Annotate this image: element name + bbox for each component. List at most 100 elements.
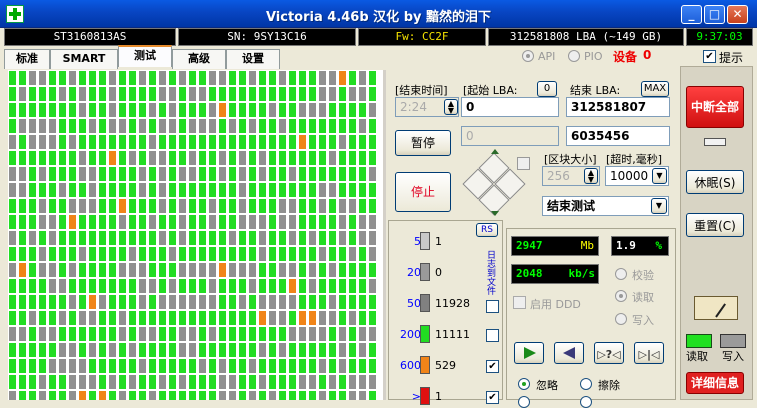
tab-settings[interactable]: 设置 [226,49,280,69]
restore-radio[interactable] [580,396,592,408]
block-cell [138,198,147,214]
reset-button[interactable]: 重置(C) [686,213,744,237]
block-cell [248,214,257,230]
start-lba-field[interactable]: 0 [461,97,559,117]
block-cell [308,166,317,182]
pause-button[interactable]: 暂停 [395,130,451,156]
block-cell [368,70,377,86]
details-button[interactable]: 详细信息 [686,372,744,394]
tab-test[interactable]: 测试 [118,45,172,67]
legend-checkbox-1[interactable] [486,300,499,313]
block-size-spinner[interactable]: ▲ ▼ [584,168,598,184]
block-cell [38,310,47,326]
back-button[interactable] [554,342,584,364]
arrow-checkbox[interactable] [517,157,530,170]
block-cell [118,278,127,294]
block-cell [58,262,67,278]
stop-button[interactable]: 停止 [395,172,451,212]
block-cell [168,198,177,214]
minimize-button[interactable]: _ [681,5,702,24]
block-cell [8,182,17,198]
progress-count-field: 6035456 [566,126,670,146]
legend-checkbox-3[interactable]: ✔ [486,360,499,373]
block-cell [178,182,187,198]
action-dropdown-icon[interactable]: ▼ [651,198,667,214]
jump-end-button[interactable]: ▷|◁ [634,342,664,364]
block-cell [368,390,377,400]
block-cell [188,374,197,390]
block-cell [308,278,317,294]
block-cell [68,86,77,102]
block-cell [38,390,47,400]
skip-unknown-button[interactable]: ▷?◁ [594,342,624,364]
tab-advanced[interactable]: 高级 [172,49,226,69]
sleep-button[interactable]: 休眠(S) [686,170,744,194]
block-cell [98,278,107,294]
maximize-button[interactable]: □ [704,5,725,24]
block-cell [218,342,227,358]
ignore-radio[interactable] [518,378,530,390]
close-button[interactable]: ✕ [727,5,748,24]
write-radio[interactable] [615,313,627,325]
ddd-checkbox[interactable] [513,296,526,309]
block-cell [58,326,67,342]
api-radio[interactable] [522,50,534,62]
pio-radio[interactable] [568,50,580,62]
verify-radio[interactable] [615,268,627,280]
block-cell [18,246,27,262]
block-cell [208,262,217,278]
block-cell [18,358,27,374]
title-bar: Victoria 4.46b 汉化 by 黯然的泪下 _ □ ✕ [0,0,757,28]
play-button[interactable] [514,342,544,364]
block-cell [358,246,367,262]
block-cell [78,166,87,182]
block-cell [178,70,187,86]
block-cell [78,358,87,374]
block-cell [318,134,327,150]
block-cell [78,182,87,198]
block-cell [88,278,97,294]
block-cell [338,86,347,102]
block-cell [258,70,267,86]
block-cell [48,102,57,118]
tab-smart[interactable]: SMART [50,49,118,69]
block-cell [68,326,77,342]
block-cell [358,294,367,310]
block-cell [198,182,207,198]
block-cell [28,150,37,166]
block-cell [138,182,147,198]
legend-threshold: 20 [407,266,421,279]
block-cell [38,246,47,262]
block-cell [258,262,267,278]
read-radio[interactable] [615,290,627,302]
legend-checkbox-2[interactable] [486,329,499,342]
block-cell [308,118,317,134]
tab-standard[interactable]: 标准 [4,49,50,69]
block-cell [238,86,247,102]
block-cell [128,166,137,182]
block-cell [228,182,237,198]
block-cell [108,390,117,400]
remap-radio[interactable] [518,396,530,408]
block-cell [278,246,287,262]
legend-checkbox-4[interactable]: ✔ [486,391,499,404]
block-cell [208,118,217,134]
start-lba-zero-button[interactable]: 0 [537,81,557,97]
erase-radio[interactable] [580,378,592,390]
max-button[interactable]: MAX [641,81,669,97]
break-all-button[interactable]: 中断全部 [686,86,744,128]
block-cell [198,150,207,166]
block-cell [178,118,187,134]
block-cell [88,86,97,102]
block-cell [88,390,97,400]
timeout-dropdown-icon[interactable]: ▼ [652,168,667,184]
mb-display: 2947 Mb [511,236,599,256]
time-spinner[interactable]: ▲ ▼ [444,99,458,115]
end-lba-field[interactable]: 312581807 [566,97,670,117]
block-cell [118,342,127,358]
block-cell [288,86,297,102]
block-cell [238,70,247,86]
block-cell [58,102,67,118]
hint-checkbox[interactable]: ✔ [703,50,716,63]
action-select[interactable]: 结束测试 [542,196,669,216]
